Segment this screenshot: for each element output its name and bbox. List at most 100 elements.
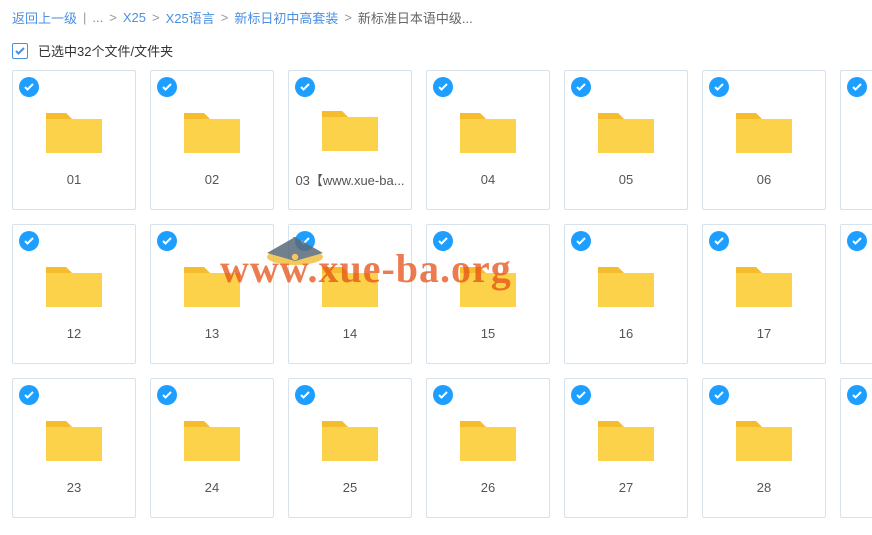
check-icon bbox=[437, 81, 449, 93]
breadcrumb-ellipsis[interactable]: ... bbox=[92, 10, 103, 25]
selected-badge[interactable] bbox=[571, 385, 591, 405]
folder-item[interactable]: 12 bbox=[12, 224, 136, 364]
folder-item[interactable]: 14 bbox=[288, 224, 412, 364]
breadcrumb-sep: > bbox=[221, 10, 229, 25]
folder-icon bbox=[318, 411, 382, 468]
folder-item[interactable]: 29 bbox=[840, 378, 872, 518]
selected-badge[interactable] bbox=[19, 77, 39, 97]
check-icon bbox=[161, 389, 173, 401]
folder-grid: 01 02 03【www.xue-ba... 04 05 bbox=[0, 70, 872, 530]
breadcrumb-sep: > bbox=[152, 10, 160, 25]
breadcrumb-pack[interactable]: 新标日初中高套装 bbox=[234, 8, 338, 27]
folder-icon bbox=[180, 411, 244, 468]
folder-item[interactable]: 26 bbox=[426, 378, 550, 518]
check-icon bbox=[713, 235, 725, 247]
folder-icon bbox=[180, 103, 244, 160]
selected-badge[interactable] bbox=[571, 231, 591, 251]
folder-item[interactable]: 25 bbox=[288, 378, 412, 518]
folder-icon bbox=[732, 257, 796, 314]
folder-item[interactable]: 24 bbox=[150, 378, 274, 518]
folder-icon bbox=[456, 103, 520, 160]
check-icon bbox=[575, 389, 587, 401]
selected-badge[interactable] bbox=[433, 231, 453, 251]
check-icon bbox=[575, 81, 587, 93]
folder-label: 01 bbox=[67, 172, 81, 187]
selected-badge[interactable] bbox=[157, 231, 177, 251]
breadcrumb-pipe: | bbox=[83, 10, 86, 25]
breadcrumb-x25[interactable]: X25 bbox=[123, 10, 146, 25]
selected-badge[interactable] bbox=[847, 385, 867, 405]
selection-label: 已选中32个文件/文件夹 bbox=[38, 41, 173, 60]
selected-badge[interactable] bbox=[19, 385, 39, 405]
folder-item[interactable]: 04 bbox=[426, 70, 550, 210]
check-icon bbox=[713, 389, 725, 401]
selected-badge[interactable] bbox=[295, 231, 315, 251]
folder-item[interactable]: 16 bbox=[564, 224, 688, 364]
folder-item[interactable]: 23 bbox=[12, 378, 136, 518]
check-icon bbox=[23, 81, 35, 93]
selected-badge[interactable] bbox=[157, 385, 177, 405]
folder-item[interactable]: 01 bbox=[12, 70, 136, 210]
folder-item[interactable]: 18 bbox=[840, 224, 872, 364]
selected-badge[interactable] bbox=[709, 385, 729, 405]
folder-label: 13 bbox=[205, 326, 219, 341]
folder-item[interactable]: 28 bbox=[702, 378, 826, 518]
folder-item[interactable]: 07 bbox=[840, 70, 872, 210]
folder-item[interactable]: 02 bbox=[150, 70, 274, 210]
folder-icon bbox=[180, 257, 244, 314]
selected-badge[interactable] bbox=[709, 77, 729, 97]
check-icon bbox=[299, 235, 311, 247]
folder-label: 03【www.xue-ba... bbox=[295, 170, 404, 189]
folder-icon bbox=[456, 411, 520, 468]
breadcrumb-sep: > bbox=[109, 10, 117, 25]
check-icon bbox=[23, 235, 35, 247]
folder-item[interactable]: 05 bbox=[564, 70, 688, 210]
check-icon bbox=[437, 389, 449, 401]
folder-icon bbox=[732, 411, 796, 468]
folder-label: 05 bbox=[619, 172, 633, 187]
folder-item[interactable]: 27 bbox=[564, 378, 688, 518]
folder-item[interactable]: 03【www.xue-ba... bbox=[288, 70, 412, 210]
selected-badge[interactable] bbox=[157, 77, 177, 97]
selected-badge[interactable] bbox=[433, 385, 453, 405]
folder-label: 17 bbox=[757, 326, 771, 341]
folder-icon bbox=[318, 101, 382, 158]
selected-badge[interactable] bbox=[433, 77, 453, 97]
folder-icon bbox=[42, 103, 106, 160]
check-icon bbox=[23, 389, 35, 401]
check-icon bbox=[299, 81, 311, 93]
folder-icon bbox=[594, 411, 658, 468]
check-icon bbox=[851, 235, 863, 247]
folder-icon bbox=[594, 103, 658, 160]
selected-badge[interactable] bbox=[295, 385, 315, 405]
selected-badge[interactable] bbox=[847, 77, 867, 97]
folder-label: 24 bbox=[205, 480, 219, 495]
check-icon bbox=[575, 235, 587, 247]
folder-item[interactable]: 15 bbox=[426, 224, 550, 364]
folder-icon bbox=[594, 257, 658, 314]
folder-label: 02 bbox=[205, 172, 219, 187]
selection-row: 已选中32个文件/文件夹 bbox=[0, 35, 872, 70]
folder-item[interactable]: 13 bbox=[150, 224, 274, 364]
breadcrumb-back[interactable]: 返回上一级 bbox=[12, 8, 77, 27]
select-all-checkbox[interactable] bbox=[12, 43, 28, 59]
folder-label: 23 bbox=[67, 480, 81, 495]
folder-label: 26 bbox=[481, 480, 495, 495]
folder-label: 27 bbox=[619, 480, 633, 495]
check-icon bbox=[437, 235, 449, 247]
selected-badge[interactable] bbox=[709, 231, 729, 251]
selected-badge[interactable] bbox=[571, 77, 591, 97]
check-icon bbox=[851, 389, 863, 401]
folder-icon bbox=[456, 257, 520, 314]
breadcrumb-x25lang[interactable]: X25语言 bbox=[166, 8, 215, 27]
selected-badge[interactable] bbox=[847, 231, 867, 251]
selected-badge[interactable] bbox=[19, 231, 39, 251]
breadcrumb-sep: > bbox=[344, 10, 352, 25]
folder-item[interactable]: 17 bbox=[702, 224, 826, 364]
selected-badge[interactable] bbox=[295, 77, 315, 97]
folder-label: 25 bbox=[343, 480, 357, 495]
check-icon bbox=[161, 235, 173, 247]
breadcrumb: 返回上一级 | ... > X25 > X25语言 > 新标日初中高套装 > 新… bbox=[0, 0, 872, 35]
folder-item[interactable]: 06 bbox=[702, 70, 826, 210]
folder-icon bbox=[42, 257, 106, 314]
